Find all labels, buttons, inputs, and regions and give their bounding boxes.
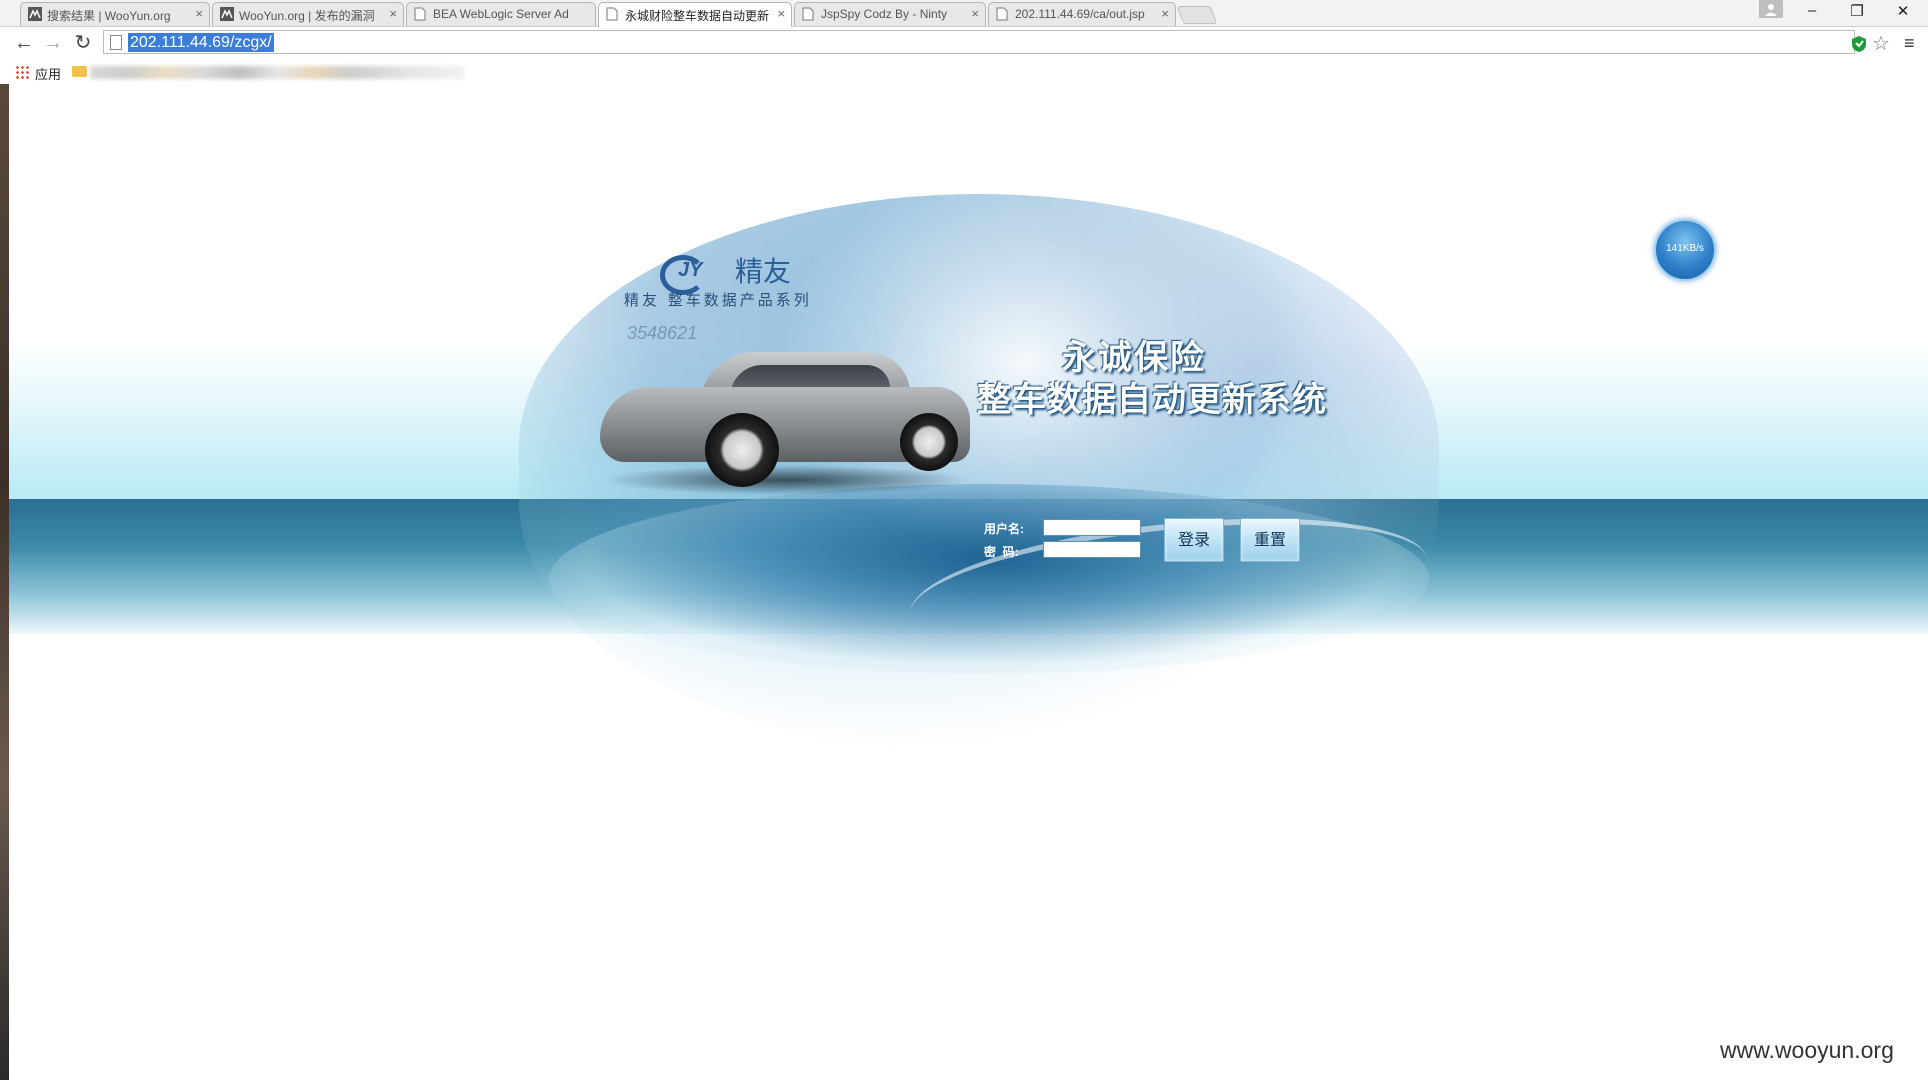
- page-icon: [110, 35, 122, 50]
- network-speed-widget[interactable]: 141KB/s: [1654, 219, 1716, 281]
- logo-text: JY: [678, 259, 703, 281]
- page-icon: [414, 7, 428, 21]
- bookmark-star-icon[interactable]: ☆: [1872, 31, 1890, 56]
- wooyun-icon: [28, 7, 42, 21]
- close-icon[interactable]: ×: [971, 6, 979, 21]
- page-content: 141KB/s: [9, 84, 1928, 1080]
- forward-button[interactable]: →: [41, 31, 65, 55]
- page-icon: [996, 7, 1010, 21]
- reset-button[interactable]: 重置: [1240, 518, 1300, 562]
- brand-name: 精友: [735, 255, 792, 288]
- page-icon: [606, 7, 620, 21]
- username-field[interactable]: [1043, 519, 1141, 536]
- car-illustration: [590, 347, 975, 497]
- address-bar[interactable]: 202.111.44.69/zcgx/: [103, 30, 1855, 54]
- close-icon[interactable]: ×: [195, 6, 203, 21]
- tab-title: 搜索结果 | WooYun.org: [47, 9, 171, 23]
- apps-label[interactable]: 应用: [35, 64, 61, 83]
- apps-grid-icon[interactable]: [15, 65, 29, 79]
- password-field[interactable]: [1043, 541, 1141, 558]
- tab-title: JspSpy Codz By - Ninty: [821, 7, 948, 21]
- bookmarks-bar: 应用: [0, 60, 1928, 85]
- decorative-number: 3548621: [627, 323, 698, 343]
- tab-strip: 搜索结果 | WooYun.org × WooYun.org | 发布的漏洞 ×…: [0, 0, 1928, 27]
- tab-active-zcgx[interactable]: 永城财险整车数据自动更新 ×: [598, 2, 792, 27]
- menu-icon[interactable]: ≡: [1904, 33, 1915, 54]
- url-text[interactable]: 202.111.44.69/zcgx/: [128, 33, 274, 52]
- car-shadow: [600, 465, 970, 495]
- desktop-edge: [0, 84, 9, 1080]
- tab-title: 202.111.44.69/ca/out.jsp: [1015, 7, 1145, 21]
- tab-title: WooYun.org | 发布的漏洞: [239, 9, 375, 23]
- page-icon: [802, 7, 816, 21]
- tab-jspspy[interactable]: JspSpy Codz By - Ninty ×: [794, 2, 986, 26]
- tab-weblogic[interactable]: BEA WebLogic Server Ad: [406, 2, 596, 26]
- page-subtitle: 整车数据自动更新系统: [977, 381, 1327, 419]
- tab-wooyun-vulns[interactable]: WooYun.org | 发布的漏洞 ×: [212, 2, 404, 26]
- speed-text: 141KB/s: [1666, 243, 1704, 254]
- password-label: 密 码:: [984, 545, 1019, 559]
- close-icon[interactable]: ×: [1161, 6, 1169, 21]
- brand-subtitle: 精友 整车数据产品系列: [624, 291, 812, 309]
- reload-button[interactable]: ↻: [71, 31, 95, 55]
- car-wheel-front: [705, 413, 779, 487]
- back-button[interactable]: ←: [12, 31, 36, 55]
- close-icon[interactable]: ×: [777, 6, 785, 21]
- username-label: 用户名:: [984, 522, 1024, 536]
- profile-icon[interactable]: [1759, 0, 1783, 18]
- minimize-button[interactable]: –: [1797, 2, 1827, 22]
- car-wheel-rear: [900, 413, 958, 471]
- wooyun-icon: [220, 7, 234, 21]
- browser-toolbar: ← → ↻ 202.111.44.69/zcgx/ ☆ ≡: [0, 26, 1928, 61]
- tab-out-jsp[interactable]: 202.111.44.69/ca/out.jsp ×: [988, 2, 1176, 26]
- browser-window: 搜索结果 | WooYun.org × WooYun.org | 发布的漏洞 ×…: [0, 0, 1928, 1080]
- new-tab-button[interactable]: [1176, 6, 1218, 24]
- tab-title: 永城财险整车数据自动更新: [625, 9, 769, 23]
- tab-search-results[interactable]: 搜索结果 | WooYun.org ×: [20, 2, 210, 26]
- close-icon[interactable]: ×: [389, 6, 397, 21]
- watermark: www.wooyun.org: [1720, 1037, 1894, 1063]
- close-window-button[interactable]: ✕: [1888, 2, 1918, 22]
- tab-title: BEA WebLogic Server Ad: [433, 7, 569, 21]
- folder-icon[interactable]: [72, 66, 87, 77]
- login-button[interactable]: 登录: [1164, 518, 1224, 562]
- blurred-bookmarks: [90, 66, 465, 79]
- shield-extension-icon[interactable]: [1851, 35, 1867, 53]
- restore-button[interactable]: ❐: [1842, 2, 1872, 22]
